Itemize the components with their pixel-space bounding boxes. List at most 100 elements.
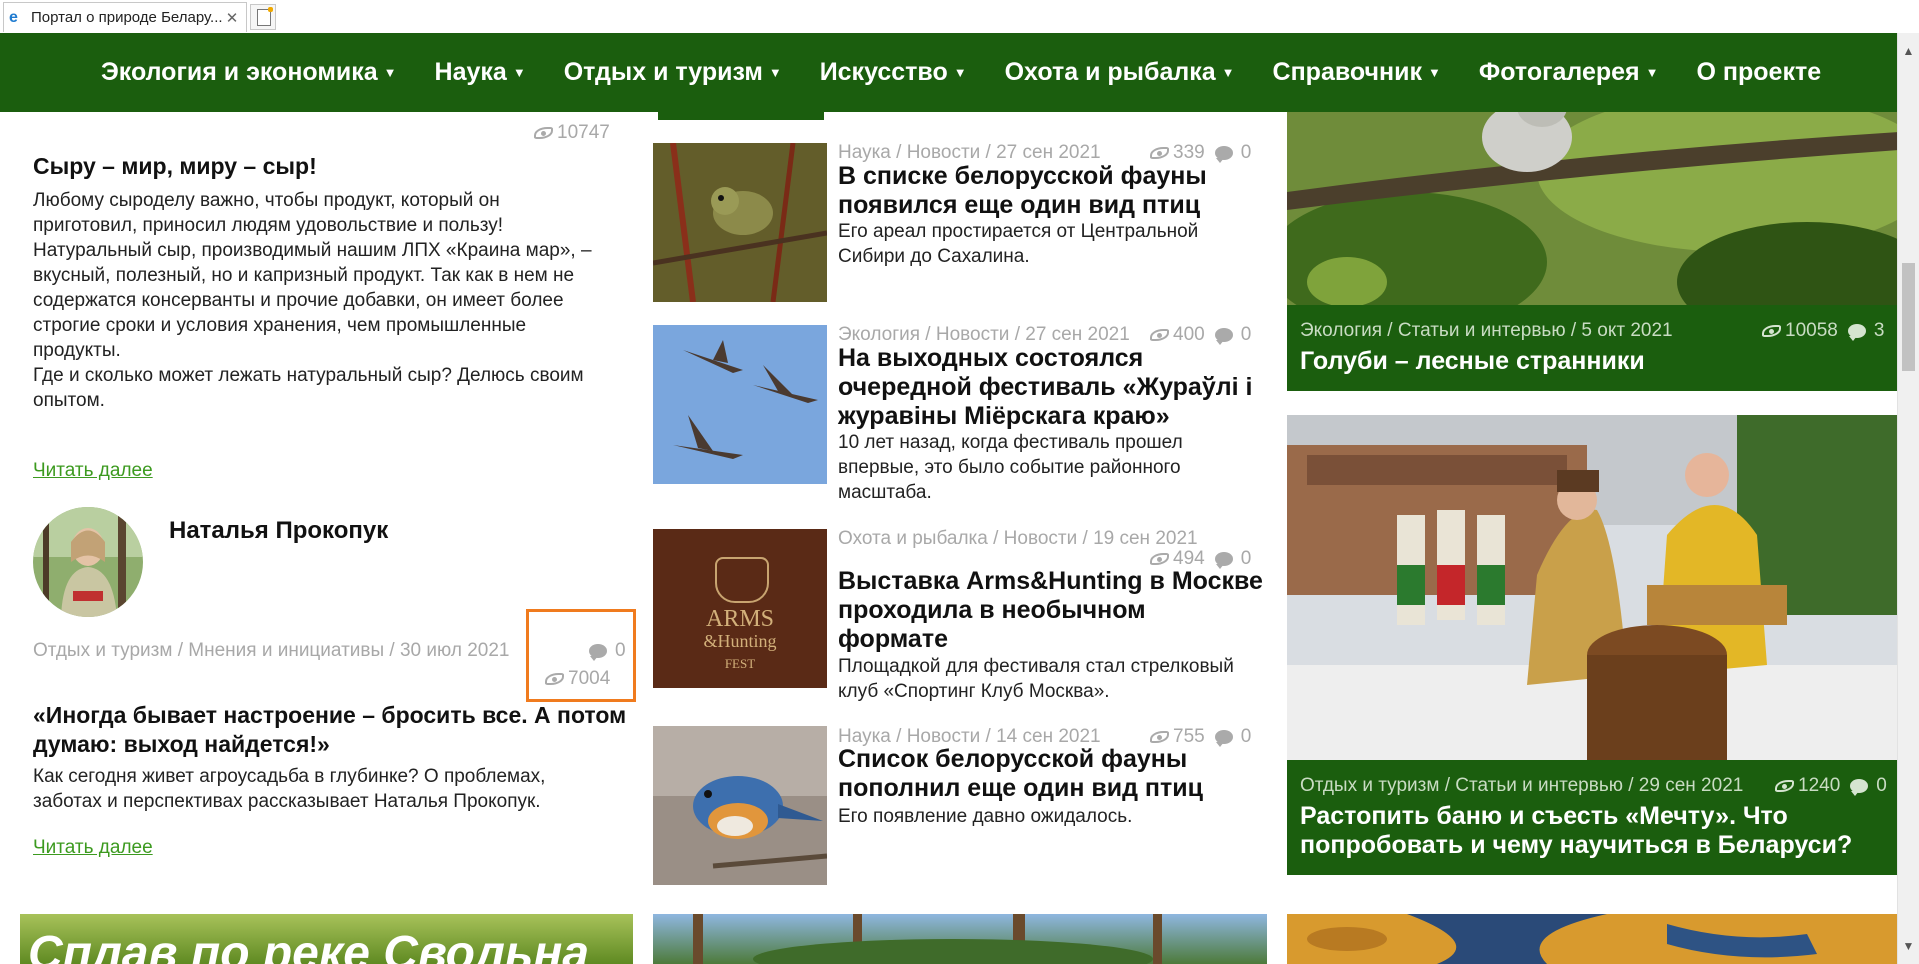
- caret-down-icon: ▼: [953, 65, 967, 80]
- main-menu-bar: Экология и экономика ▼ Наука ▼ Отдых и тур…: [0, 33, 1898, 112]
- comments-value: 0: [1240, 142, 1252, 163]
- bog-photo: [1287, 914, 1899, 964]
- title-line: журавіны Міёрскага краю»: [838, 402, 1170, 430]
- menu-item-label: Наука: [434, 58, 507, 86]
- bottom-banner[interactable]: Сплав по реке Свольна: [20, 914, 633, 964]
- excerpt-line: содержатся консерванты и прочие добавки,…: [33, 290, 564, 311]
- browser-tab-title: Портал о природе Белару...: [31, 9, 223, 26]
- scroll-thumb[interactable]: [1902, 263, 1915, 371]
- views-value: 494: [1173, 548, 1205, 569]
- author-avatar[interactable]: [33, 507, 143, 617]
- title-line: На выходных состоялся: [838, 344, 1144, 372]
- menu-item-ecology[interactable]: Экология и экономика ▼: [101, 58, 397, 87]
- caret-down-icon: ▼: [1221, 65, 1235, 80]
- card-meta[interactable]: Экология / Статьи и интервью / 5 окт 202…: [1300, 320, 1673, 342]
- comment-icon: [1850, 778, 1869, 796]
- logo-text: ARMS: [705, 606, 775, 632]
- excerpt-line: Сибири до Сахалина.: [838, 246, 1030, 267]
- views-value: 400: [1173, 324, 1205, 345]
- menu-item-tourism[interactable]: Отдых и туризм ▼: [564, 58, 782, 87]
- close-tab-icon[interactable]: ✕: [224, 9, 240, 27]
- banner-title: Сплав по реке Свольна: [28, 927, 590, 964]
- page-scrollbar[interactable]: ▲ ▼: [1897, 33, 1919, 964]
- comments-value: 0: [1240, 726, 1252, 747]
- read-more-link[interactable]: Читать далее: [33, 837, 153, 859]
- menu-item-gallery[interactable]: Фотогалерея ▼: [1479, 58, 1659, 87]
- excerpt-line: Его появление давно ожидалось.: [838, 806, 1133, 827]
- news-excerpt: 10 лет назад, когда фестиваль прошел впе…: [838, 430, 1183, 505]
- menu-item-label: Справочник: [1272, 58, 1423, 86]
- article-meta[interactable]: Отдых и туризм / Мнения и инициативы / 3…: [33, 640, 509, 662]
- news-meta[interactable]: Охота и рыбалка / Новости / 19 сен 2021: [838, 528, 1198, 550]
- news-title[interactable]: Выставка Arms&Hunting в Москве проходила…: [838, 567, 1263, 654]
- excerpt-line: строгие сроки и условия хранения, чем пр…: [33, 315, 527, 336]
- scroll-down-icon[interactable]: ▼: [1898, 936, 1919, 956]
- title-line: Выставка Arms&Hunting в Москве: [838, 567, 1263, 595]
- excerpt-line: Как сегодня живет агроусадьба в глубинке…: [33, 766, 546, 787]
- card-title: Растопить баню и съесть «Мечту». Что поп…: [1300, 802, 1852, 860]
- menu-item-science[interactable]: Наука ▼: [435, 58, 526, 87]
- menu-item-hunting[interactable]: Охота и рыбалка ▼: [1005, 58, 1235, 87]
- eye-icon: [1150, 552, 1169, 565]
- eye-icon: [534, 126, 553, 139]
- news-thumbnail[interactable]: [653, 143, 827, 302]
- excerpt-line: 10 лет назад, когда фестиваль прошел: [838, 432, 1183, 453]
- eye-icon: [1150, 730, 1169, 743]
- news-title[interactable]: В списке белорусской фауны появился еще …: [838, 162, 1207, 220]
- author-name[interactable]: Наталья Прокопук: [169, 516, 388, 545]
- bottom-banner[interactable]: [1287, 914, 1899, 964]
- comment-icon: [1214, 327, 1233, 345]
- news-thumbnail[interactable]: [653, 726, 827, 885]
- news-thumbnail[interactable]: ARMS &Hunting FEST: [653, 529, 827, 688]
- excerpt-line: Где и сколько может лежать натуральный с…: [33, 365, 584, 386]
- title-line: пополнил еще один вид птиц: [838, 774, 1204, 802]
- article-title[interactable]: «Иногда бывает настроение – бросить все.…: [33, 701, 626, 759]
- featured-card[interactable]: Отдых и туризм / Статьи и интервью / 29 …: [1287, 415, 1899, 875]
- excerpt-line: опытом.: [33, 390, 105, 411]
- read-more-link[interactable]: Читать далее: [33, 460, 153, 482]
- excerpt-line: Его ареал простирается от Центральной: [838, 221, 1199, 242]
- views-value: 1240: [1798, 775, 1841, 796]
- title-line: появился еще один вид птиц: [838, 191, 1201, 219]
- card-meta[interactable]: Отдых и туризм / Статьи и интервью / 29 …: [1300, 775, 1743, 797]
- news-excerpt: Его ареал простирается от Центральной Си…: [838, 219, 1198, 269]
- excerpt-line: масштаба.: [838, 482, 932, 503]
- festival-photo: [1287, 415, 1899, 760]
- menu-item-label: Фотогалерея: [1478, 58, 1640, 86]
- comment-icon: [1214, 551, 1233, 569]
- title-line: проходила в необычном: [838, 596, 1146, 624]
- ie-icon: e: [9, 8, 18, 26]
- news-meta[interactable]: Экология / Новости / 27 сен 2021: [838, 324, 1130, 346]
- news-meta[interactable]: Наука / Новости / 27 сен 2021: [838, 142, 1101, 164]
- menu-item-label: Охота и рыбалка: [1004, 58, 1216, 86]
- title-line: Список белорусской фауны: [838, 745, 1188, 773]
- bird-photo: [653, 143, 827, 302]
- title-line: «Иногда бывает настроение – бросить все.…: [33, 702, 627, 728]
- news-title[interactable]: Список белорусской фауны пополнил еще од…: [838, 745, 1203, 803]
- article-title[interactable]: Сыру – мир, миру – сыр!: [33, 152, 317, 181]
- menu-item-about[interactable]: О проекте: [1697, 58, 1822, 87]
- logo-text: &Hunting: [703, 631, 777, 651]
- title-line: очередной фестиваль «Жураўлі і: [838, 373, 1253, 401]
- excerpt-line: продукты.: [33, 340, 121, 361]
- menu-item-art[interactable]: Искусство ▼: [820, 58, 967, 87]
- browser-tab[interactable]: e Портал о природе Белару... ✕: [3, 2, 247, 32]
- eye-icon: [1150, 328, 1169, 341]
- views-value: 10058: [1785, 320, 1838, 341]
- new-tab-button[interactable]: [250, 4, 276, 30]
- bottom-banner[interactable]: [653, 914, 1267, 964]
- title-line: попробовать и чему научиться в Беларуси?: [1300, 831, 1853, 859]
- featured-card[interactable]: Экология / Статьи и интервью / 5 окт 202…: [1287, 112, 1899, 391]
- new-tab-icon: [257, 7, 273, 26]
- scroll-up-icon[interactable]: ▲: [1898, 41, 1919, 61]
- menu-item-reference[interactable]: Справочник ▼: [1273, 58, 1441, 87]
- excerpt-line: Любому сыроделу важно, чтобы продукт, ко…: [33, 190, 500, 211]
- excerpt-line: клуб «Спортинг Клуб Москва».: [838, 681, 1110, 702]
- title-line: думаю: выход найдется!»: [33, 731, 330, 757]
- card-title: Голуби – лесные странники: [1300, 347, 1645, 375]
- comments-value: 0: [1876, 775, 1887, 796]
- news-title[interactable]: На выходных состоялся очередной фестивал…: [838, 344, 1252, 431]
- article-excerpt: Как сегодня живет агроусадьба в глубинке…: [33, 764, 545, 814]
- news-thumbnail[interactable]: [653, 325, 827, 484]
- views-count: 10747: [557, 122, 610, 143]
